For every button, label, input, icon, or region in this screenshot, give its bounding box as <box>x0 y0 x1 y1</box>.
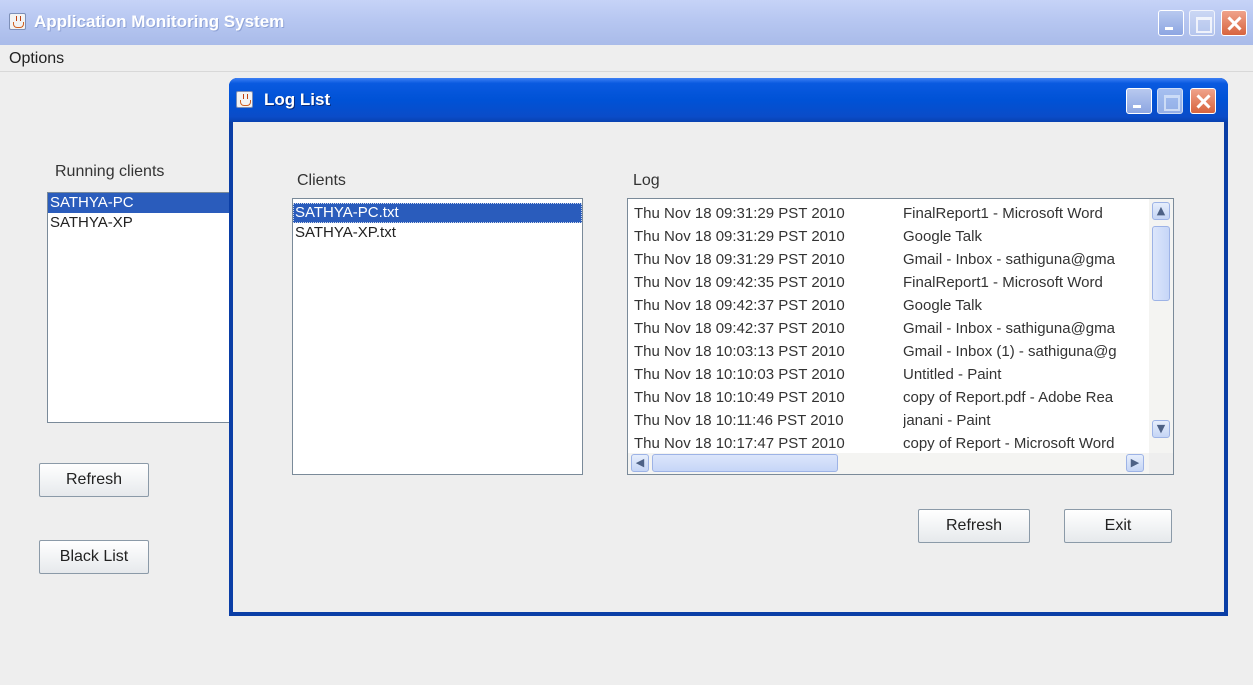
vertical-scroll-thumb[interactable] <box>1152 226 1170 301</box>
maximize-icon[interactable] <box>1189 10 1215 36</box>
minimize-icon[interactable] <box>1126 88 1152 114</box>
log-app: Google Talk <box>903 228 982 245</box>
log-list[interactable]: Thu Nov 18 09:31:29 PST 2010 FinalReport… <box>627 198 1174 475</box>
vertical-scrollbar[interactable]: ▲ ▼ <box>1149 199 1173 453</box>
log-date: Thu Nov 18 10:10:49 PST 2010 <box>634 389 845 406</box>
dialog-refresh-button[interactable]: Refresh <box>918 509 1030 543</box>
main-titlebar[interactable]: Application Monitoring System <box>0 0 1253 45</box>
refresh-button[interactable]: Refresh <box>39 463 149 497</box>
log-date: Thu Nov 18 10:17:47 PST 2010 <box>634 435 845 452</box>
log-app: Google Talk <box>903 297 982 314</box>
menu-options[interactable]: Options <box>9 50 64 68</box>
log-app: copy of Report - Microsoft Word <box>903 435 1115 452</box>
dialog-titlebar[interactable]: Log List <box>229 78 1228 122</box>
main-window-title: Application Monitoring System <box>34 12 285 31</box>
black-list-button[interactable]: Black List <box>39 540 149 574</box>
java-cup-icon <box>9 13 26 30</box>
log-date: Thu Nov 18 10:03:13 PST 2010 <box>634 343 845 360</box>
dialog-title: Log List <box>264 90 331 109</box>
scroll-right-arrow-icon[interactable]: ▶ <box>1126 454 1144 472</box>
list-item[interactable]: SATHYA-XP.txt <box>293 223 582 243</box>
log-date: Thu Nov 18 09:42:37 PST 2010 <box>634 320 845 337</box>
scroll-left-arrow-icon[interactable]: ◀ <box>631 454 649 472</box>
horizontal-scroll-thumb[interactable] <box>652 454 838 472</box>
close-icon[interactable] <box>1221 10 1247 36</box>
log-date: Thu Nov 18 09:42:35 PST 2010 <box>634 274 845 291</box>
clients-list[interactable]: SATHYA-PC.txt SATHYA-XP.txt <box>292 198 583 475</box>
log-date: Thu Nov 18 10:10:03 PST 2010 <box>634 366 845 383</box>
close-icon[interactable] <box>1190 88 1216 114</box>
list-item[interactable]: SATHYA-XP <box>48 213 246 233</box>
log-app: Gmail - Inbox (1) - sathiguna@g <box>903 343 1117 360</box>
log-date: Thu Nov 18 09:42:37 PST 2010 <box>634 297 845 314</box>
horizontal-scrollbar[interactable]: ◀ ▶ <box>628 453 1149 474</box>
scroll-down-arrow-icon[interactable]: ▼ <box>1152 420 1170 438</box>
log-date: Thu Nov 18 09:31:29 PST 2010 <box>634 251 845 268</box>
scroll-up-arrow-icon[interactable]: ▲ <box>1152 202 1170 220</box>
maximize-icon[interactable] <box>1157 88 1183 114</box>
log-app: Untitled - Paint <box>903 366 1002 383</box>
menu-bar: Options <box>0 45 1253 72</box>
log-app: FinalReport1 - Microsoft Word <box>903 205 1103 222</box>
log-date: Thu Nov 18 09:31:29 PST 2010 <box>634 228 845 245</box>
log-date: Thu Nov 18 10:11:46 PST 2010 <box>634 412 844 429</box>
list-item[interactable]: SATHYA-PC.txt <box>293 203 582 223</box>
log-app: FinalReport1 - Microsoft Word <box>903 274 1103 291</box>
log-app: janani - Paint <box>903 412 991 429</box>
java-cup-icon <box>236 91 253 108</box>
running-clients-list[interactable]: SATHYA-PC SATHYA-XP <box>47 192 247 423</box>
log-label: Log <box>633 172 660 189</box>
scroll-corner <box>1149 453 1173 474</box>
exit-button[interactable]: Exit <box>1064 509 1172 543</box>
log-app: copy of Report.pdf - Adobe Rea <box>903 389 1114 406</box>
running-clients-label: Running clients <box>55 163 165 180</box>
list-item[interactable]: SATHYA-PC <box>48 193 246 213</box>
clients-label: Clients <box>297 172 346 189</box>
log-app: Gmail - Inbox - sathiguna@gma <box>903 320 1115 337</box>
log-app: Gmail - Inbox - sathiguna@gma <box>903 251 1115 268</box>
minimize-icon[interactable] <box>1158 10 1184 36</box>
log-date: Thu Nov 18 09:31:29 PST 2010 <box>634 205 845 222</box>
